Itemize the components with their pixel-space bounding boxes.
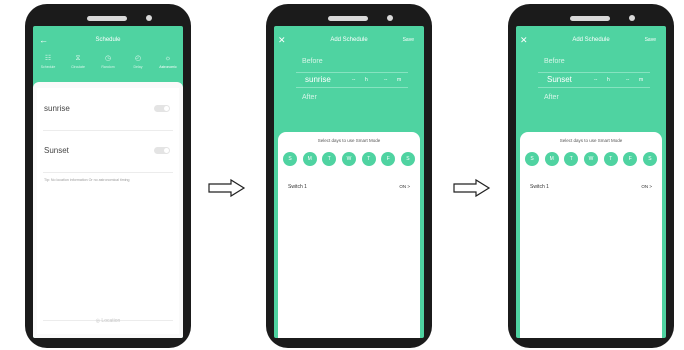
tab-label: Random: [101, 65, 115, 69]
day-selector: S M T W T F S: [525, 152, 657, 166]
day-friday[interactable]: F: [381, 152, 396, 166]
minutes-unit: m: [397, 77, 402, 83]
hourglass-icon: ⧖: [75, 55, 81, 62]
location-button[interactable]: ◎ Location: [37, 318, 179, 324]
phone-frame-1: ← Schedule ☷ Schedule ⧖ Circulate ◷ Rand…: [25, 4, 191, 348]
day-sunday[interactable]: S: [283, 152, 297, 166]
switch-state-button[interactable]: ON >: [641, 184, 652, 189]
save-button[interactable]: Save: [403, 34, 414, 46]
arrow-right-icon: [208, 178, 246, 198]
before-option[interactable]: Before: [544, 58, 565, 65]
tab-astronomic[interactable]: ☼ Astronomic: [154, 54, 182, 78]
sunrise-toggle[interactable]: [154, 105, 170, 112]
selected-event-row[interactable]: Sunset -- h -- m: [538, 72, 650, 88]
event-name: Sunset: [547, 75, 572, 84]
save-button[interactable]: Save: [645, 34, 656, 46]
camera: [146, 15, 152, 21]
sunrise-label: sunrise: [44, 104, 70, 113]
close-icon[interactable]: ✕: [278, 34, 286, 46]
selected-event-row[interactable]: sunrise -- h -- m: [296, 72, 408, 88]
day-selector: S M T W T F S: [283, 152, 415, 166]
day-wednesday[interactable]: W: [341, 152, 356, 166]
day-monday[interactable]: M: [302, 152, 317, 166]
phone-frame-2: ✕ Add Schedule Save Before sunrise -- h …: [266, 4, 432, 348]
header: ← Schedule: [33, 34, 183, 46]
mode-tabs: ☷ Schedule ⧖ Circulate ◷ Random ◴ Delay …: [33, 54, 183, 78]
schedule-screen: ← Schedule ☷ Schedule ⧖ Circulate ◷ Rand…: [33, 26, 183, 338]
divider: [43, 172, 173, 173]
astronomic-card: sunrise Sunset Tip: No location informat…: [33, 82, 183, 338]
add-schedule-screen: ✕ Add Schedule Save Before sunrise -- h …: [274, 26, 424, 338]
tab-label: Circulate: [71, 65, 85, 69]
after-option[interactable]: After: [544, 94, 559, 101]
tab-label: Schedule: [40, 65, 56, 69]
calendar-icon: ☷: [44, 55, 52, 62]
tab-circulate[interactable]: ⧖ Circulate: [64, 54, 92, 78]
phone-frame-3: ✕ Add Schedule Save Before Sunset -- h -…: [508, 4, 674, 348]
after-option[interactable]: After: [302, 94, 317, 101]
timer-icon: ◷: [104, 55, 112, 62]
tab-schedule[interactable]: ☷ Schedule: [34, 54, 62, 78]
hours-value: --: [352, 77, 356, 83]
divider: [43, 130, 173, 131]
hours-unit: h: [607, 77, 610, 83]
tip-text: Tip: No location information Or no astro…: [44, 178, 130, 182]
speaker: [87, 16, 127, 21]
hours-unit: h: [365, 77, 368, 83]
speaker: [570, 16, 610, 21]
camera: [629, 15, 635, 21]
before-option[interactable]: Before: [302, 58, 323, 65]
close-icon[interactable]: ✕: [520, 34, 528, 46]
minutes-value: --: [384, 77, 388, 83]
camera: [387, 15, 393, 21]
back-arrow-icon[interactable]: ←: [39, 34, 48, 46]
day-sunday[interactable]: S: [525, 152, 539, 166]
sunset-toggle[interactable]: [154, 147, 170, 154]
add-schedule-screen: ✕ Add Schedule Save Before Sunset -- h -…: [516, 26, 666, 338]
minutes-unit: m: [639, 77, 644, 83]
day-friday[interactable]: F: [623, 152, 638, 166]
day-thursday[interactable]: T: [603, 152, 618, 166]
day-wednesday[interactable]: W: [583, 152, 598, 166]
arrow-right-icon: [453, 178, 491, 198]
tab-delay[interactable]: ◴ Delay: [124, 54, 152, 78]
location-label: Location: [101, 318, 121, 324]
sun-icon: ☼: [164, 55, 172, 62]
page-title: Add Schedule: [572, 37, 610, 43]
bottom-sheet: Select days to use Smart Mode S M T W T …: [278, 132, 420, 338]
bottom-sheet: Select days to use Smart Mode S M T W T …: [520, 132, 662, 338]
tab-label: Astronomic: [159, 65, 177, 69]
day-saturday[interactable]: S: [642, 152, 657, 166]
switch-label: Switch 1: [288, 184, 307, 190]
page-title: Add Schedule: [330, 37, 368, 43]
astronomic-list: sunrise Sunset Tip: No location informat…: [37, 88, 179, 334]
sunset-label: Sunset: [44, 146, 69, 155]
select-days-label: Select days to use Smart Mode: [559, 138, 623, 143]
header: ✕ Add Schedule Save: [274, 34, 424, 46]
location-pin-icon: ◎: [95, 318, 101, 324]
day-thursday[interactable]: T: [361, 152, 376, 166]
day-tuesday[interactable]: T: [322, 152, 337, 166]
day-saturday[interactable]: S: [400, 152, 415, 166]
day-monday[interactable]: M: [544, 152, 559, 166]
event-name: sunrise: [305, 75, 331, 84]
select-days-label: Select days to use Smart Mode: [317, 138, 381, 143]
speaker: [328, 16, 368, 21]
header: ✕ Add Schedule Save: [516, 34, 666, 46]
day-tuesday[interactable]: T: [564, 152, 579, 166]
tab-random[interactable]: ◷ Random: [94, 54, 122, 78]
switch-label: Switch 1: [530, 184, 549, 190]
switch-state-button[interactable]: ON >: [399, 184, 410, 189]
clock-icon: ◴: [134, 55, 142, 62]
minutes-value: --: [626, 77, 630, 83]
hours-value: --: [594, 77, 598, 83]
page-title: Schedule: [95, 37, 121, 43]
tab-label: Delay: [133, 65, 143, 69]
